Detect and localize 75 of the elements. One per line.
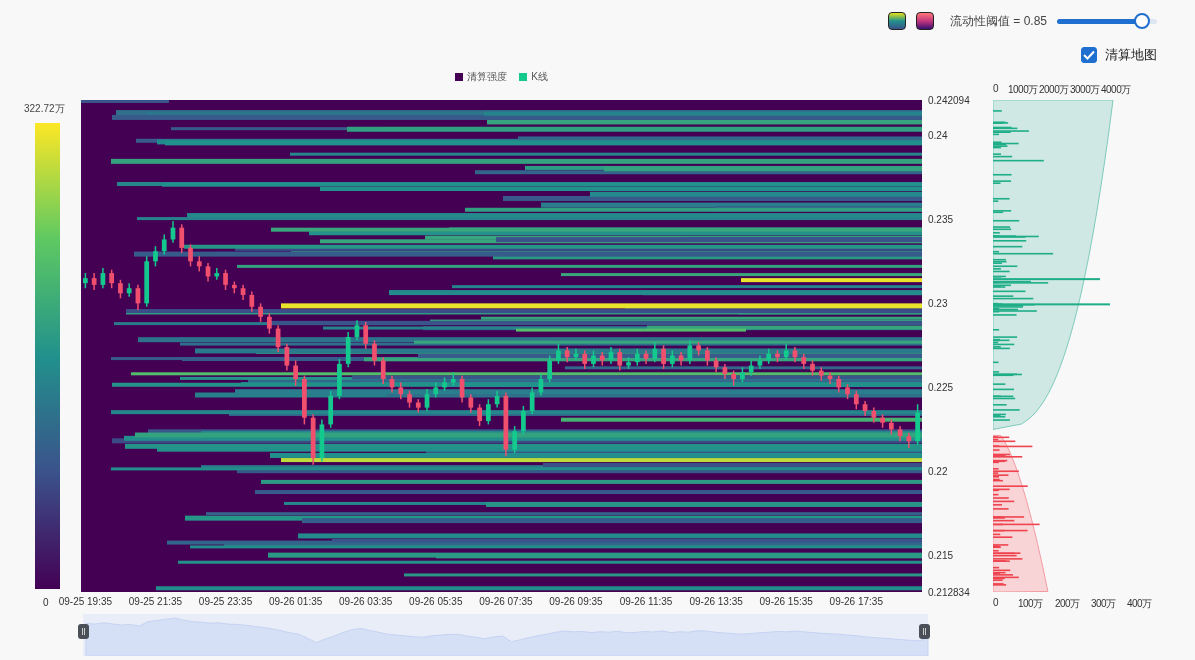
price-axis-label: 0.242094 xyxy=(928,94,970,106)
time-axis-label: 09-26 11:35 xyxy=(619,596,673,607)
price-axis-label: 0.212834 xyxy=(928,586,970,598)
candlestick xyxy=(214,267,220,281)
legend-label[interactable]: 清算强度 xyxy=(467,70,508,84)
colorbar-min-label: 0 xyxy=(43,597,49,608)
candlestick xyxy=(109,268,115,289)
volume-axis-label: 2000万 xyxy=(1039,83,1069,97)
time-axis-label: 09-26 01:35 xyxy=(268,596,323,607)
volume-axis-label: 300万 xyxy=(1091,597,1116,611)
candlestick xyxy=(372,339,377,367)
colorbar-max-label: 322.72万 xyxy=(24,102,65,116)
candlestick xyxy=(126,282,132,298)
volume-axis-label: 100万 xyxy=(1018,597,1043,611)
candlestick xyxy=(477,403,482,427)
candlestick xyxy=(118,279,123,300)
volume-axis-label: 400万 xyxy=(1127,597,1152,611)
candlestick xyxy=(705,346,710,367)
threshold-slider[interactable] xyxy=(1057,13,1157,29)
slider-handle[interactable] xyxy=(78,624,89,639)
price-axis-label: 0.23 xyxy=(928,297,948,309)
time-axis-label: 09-25 23:35 xyxy=(198,596,253,607)
volume-axis-label: 1000万 xyxy=(1008,83,1038,97)
volume-axis-label: 4000万 xyxy=(1101,83,1131,97)
candlestick xyxy=(293,359,298,387)
candlestick xyxy=(512,425,518,454)
candlestick xyxy=(661,344,666,370)
candlestick xyxy=(617,348,623,372)
candlestick xyxy=(179,223,185,254)
time-axis-label: 09-26 05:35 xyxy=(409,596,463,607)
candlestick xyxy=(188,243,193,268)
candlestick xyxy=(266,312,272,335)
slider-thumb[interactable] xyxy=(1134,13,1150,29)
candlestick xyxy=(529,386,535,416)
range-slider[interactable] xyxy=(83,614,929,656)
candlestick xyxy=(258,302,263,323)
candlestick xyxy=(687,339,693,365)
candlestick xyxy=(853,390,859,411)
slider-handle[interactable] xyxy=(919,624,930,639)
volume-axis-label: 200万 xyxy=(1055,597,1080,611)
price-axis-label: 0.24 xyxy=(928,129,948,141)
candlestick xyxy=(652,341,658,363)
candlestick xyxy=(161,233,167,256)
magma-scheme-button[interactable] xyxy=(915,12,934,30)
candlestick xyxy=(223,268,228,291)
time-axis-label: 09-26 17:35 xyxy=(829,596,883,607)
price-axis-label: 0.215 xyxy=(928,550,954,562)
price-axis-label: 0.22 xyxy=(928,466,948,477)
candlestick xyxy=(485,398,491,426)
volume-axis-label: 3000万 xyxy=(1070,83,1100,97)
time-axis-label: 09-26 09:35 xyxy=(549,596,603,607)
candlestick xyxy=(468,393,474,414)
time-axis-label: 09-26 07:35 xyxy=(479,596,533,607)
threshold-label: 流动性阈值 = 0.85 xyxy=(949,12,1047,30)
candlestick xyxy=(547,354,553,384)
time-axis-label: 09-26 03:35 xyxy=(339,596,393,607)
time-axis-label: 09-25 19:35 xyxy=(58,596,113,607)
candlestick xyxy=(249,290,255,313)
candlestick xyxy=(153,245,158,268)
candlestick xyxy=(556,342,561,365)
legend-label[interactable]: K线 xyxy=(531,70,548,84)
volume-axis-label: 0 xyxy=(993,597,999,608)
time-axis-label: 09-26 13:35 xyxy=(689,596,743,607)
price-axis-label: 0.225 xyxy=(928,381,954,393)
price-axis-label: 0.235 xyxy=(928,213,954,225)
candlestick xyxy=(363,321,369,350)
candlestick xyxy=(380,356,386,385)
volume-axis-label: 0 xyxy=(993,83,999,94)
time-axis-label: 09-25 21:35 xyxy=(128,596,183,607)
candlestick xyxy=(582,349,588,370)
candlestick xyxy=(521,405,526,436)
viridis-scheme-button[interactable] xyxy=(887,12,906,30)
time-axis-label: 09-26 15:35 xyxy=(759,596,813,607)
liquidation-map-checkbox[interactable] xyxy=(1081,47,1097,63)
liquidation-map-label: 清算地图 xyxy=(1105,46,1157,64)
